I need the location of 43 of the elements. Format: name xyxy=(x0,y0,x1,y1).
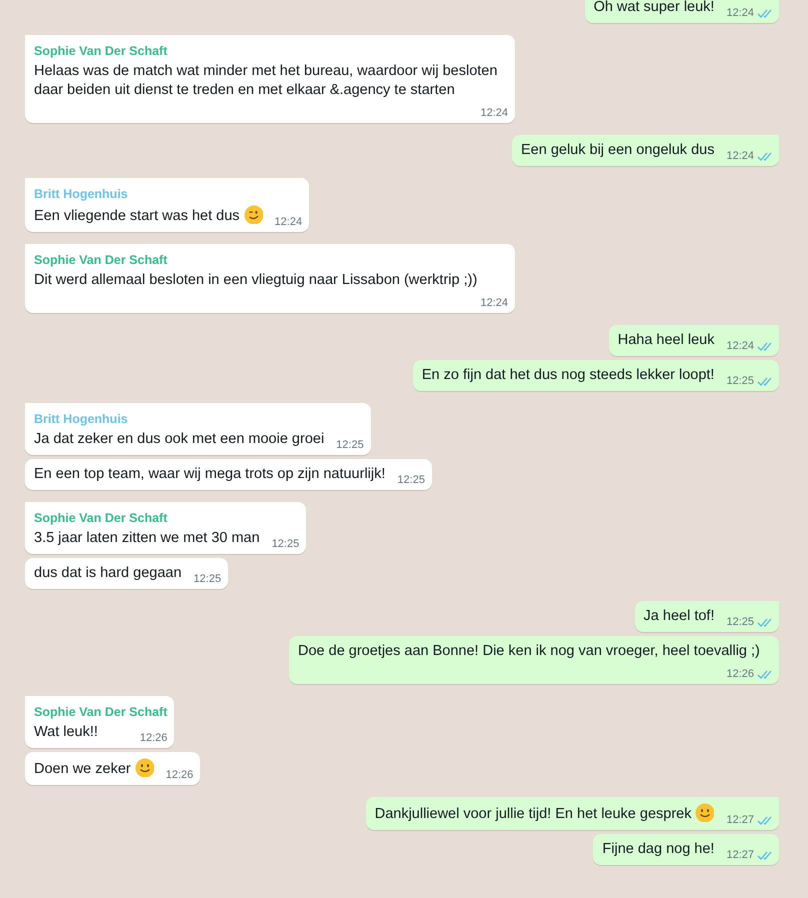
message-text: 3.5 jaar laten zitten we met 30 man xyxy=(34,530,260,546)
message-text: En zo fijn dat het dus nog steeds lekker loopt! xyxy=(422,367,714,383)
message-text: Ja dat zeker en dus ook met een mooie groei xyxy=(34,431,324,447)
sender-name: Britt Hogenhuis xyxy=(34,411,129,428)
smiling-face-icon xyxy=(695,803,714,822)
message-text: En een top team, waar wij mega trots op zijn natuurlijk! xyxy=(34,466,386,482)
message-time: 12:24 xyxy=(726,6,754,21)
message-text: Wat leuk!! xyxy=(34,724,98,740)
message-text: Dit werd allemaal besloten in een vliegtuig naar Lissabon (werktrip ;)) xyxy=(34,272,478,288)
message-time: 12:26 xyxy=(140,731,168,746)
message-text: Een vliegende start was het dus xyxy=(34,208,240,224)
sender-name: Britt Hogenhuis xyxy=(34,186,129,203)
message-time: 12:26 xyxy=(726,667,754,682)
message-time: 12:25 xyxy=(272,537,300,552)
winking-face-icon xyxy=(244,205,263,224)
message-time: 12:27 xyxy=(726,813,754,828)
sender-name: Sophie Van Der Schaft xyxy=(34,704,168,721)
message-time: 12:24 xyxy=(274,215,302,230)
message-time: 12:24 xyxy=(726,339,754,354)
sender-name: Sophie Van Der Schaft xyxy=(34,510,168,527)
message-text: Dankjulliewel voor jullie tijd! En het leuke gesprek xyxy=(374,806,692,822)
message-time: 12:27 xyxy=(726,848,754,863)
smiling-face-icon xyxy=(134,758,154,777)
message-text: Een geluk bij een ongeluk dus xyxy=(520,142,714,158)
sender-name: Sophie Van Der Schaft xyxy=(34,43,168,60)
message-time: 12:24 xyxy=(480,296,508,311)
message-time: 12:25 xyxy=(726,374,754,389)
message-time: 12:25 xyxy=(726,615,754,630)
message-time: 12:25 xyxy=(194,572,222,587)
message-text: Ja heel tof! xyxy=(644,608,714,624)
message-text: Fijne dag nog he! xyxy=(602,841,714,857)
message-text: Helaas was de match wat minder met het bureau, waardoor wij besloten daar beiden uit dienst te treden en met elkaar &.agency te starten xyxy=(34,63,498,98)
message-time: 12:25 xyxy=(397,473,425,488)
message-text: Doe de groetjes aan Bonne! Die ken ik nog van vroeger, heel toevallig ;) xyxy=(298,643,760,659)
message-time: 12:25 xyxy=(336,438,364,453)
message-text: Oh wat super leuk! xyxy=(594,0,714,15)
message-text: dus dat is hard gegaan xyxy=(34,565,182,581)
message-time: 12:24 xyxy=(726,149,754,164)
sender-name: Sophie Van Der Schaft xyxy=(34,252,168,269)
message-time: 12:26 xyxy=(166,768,194,783)
message-text: Doen we zeker xyxy=(34,761,131,777)
message-time: 12:24 xyxy=(480,106,508,121)
message-text: Haha heel leuk xyxy=(618,332,714,348)
